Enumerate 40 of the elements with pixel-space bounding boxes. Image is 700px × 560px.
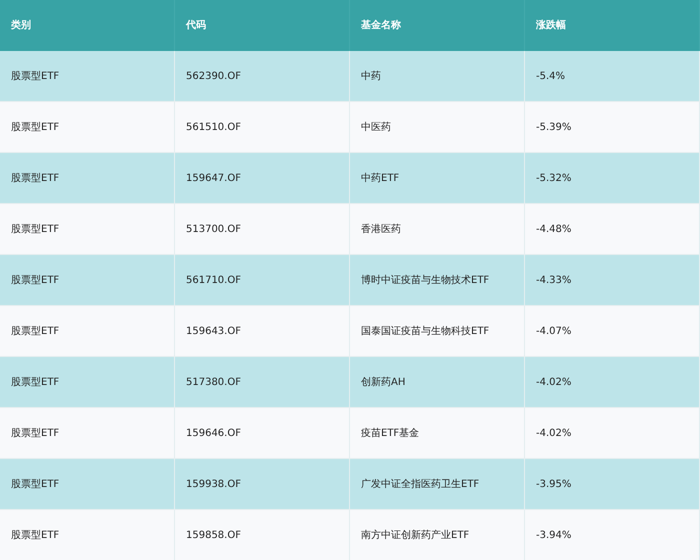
table-cell: 159646.OF: [175, 408, 350, 458]
table-cell: 513700.OF: [175, 204, 350, 254]
table-cell: -4.33%: [525, 255, 700, 305]
table-cell: 股票型ETF: [0, 306, 175, 356]
table-cell: 股票型ETF: [0, 357, 175, 407]
table-cell: -5.39%: [525, 102, 700, 152]
table-cell: 561510.OF: [175, 102, 350, 152]
table-cell: 南方中证创新药产业ETF: [350, 510, 525, 560]
table-cell: 中药: [350, 51, 525, 101]
table-cell: 创新药AH: [350, 357, 525, 407]
table-cell: -5.4%: [525, 51, 700, 101]
table-cell: 561710.OF: [175, 255, 350, 305]
table-cell: 159858.OF: [175, 510, 350, 560]
table-cell: -4.02%: [525, 357, 700, 407]
table-cell: 中药ETF: [350, 153, 525, 203]
table-cell: 广发中证全指医药卫生ETF: [350, 459, 525, 509]
table-cell: 国泰国证疫苗与生物科技ETF: [350, 306, 525, 356]
table-cell: 562390.OF: [175, 51, 350, 101]
table-cell: 159643.OF: [175, 306, 350, 356]
table-cell: 517380.OF: [175, 357, 350, 407]
table-cell: -3.94%: [525, 510, 700, 560]
table-cell: 中医药: [350, 102, 525, 152]
table-cell: -3.95%: [525, 459, 700, 509]
table-cell: -5.32%: [525, 153, 700, 203]
table-cell: -4.07%: [525, 306, 700, 356]
table-cell: 股票型ETF: [0, 459, 175, 509]
table-cell: 股票型ETF: [0, 51, 175, 101]
table-cell: 159647.OF: [175, 153, 350, 203]
table-cell: 股票型ETF: [0, 102, 175, 152]
table-cell: 股票型ETF: [0, 255, 175, 305]
table-cell: 博时中证疫苗与生物技术ETF: [350, 255, 525, 305]
table-cell: -4.48%: [525, 204, 700, 254]
table-cell: 股票型ETF: [0, 204, 175, 254]
table-cell: 疫苗ETF基金: [350, 408, 525, 458]
table-cell: 159938.OF: [175, 459, 350, 509]
table-cell: 股票型ETF: [0, 153, 175, 203]
table-cell: 股票型ETF: [0, 408, 175, 458]
table-cell: 股票型ETF: [0, 510, 175, 560]
table-cell: -4.02%: [525, 408, 700, 458]
table-cell: 香港医药: [350, 204, 525, 254]
